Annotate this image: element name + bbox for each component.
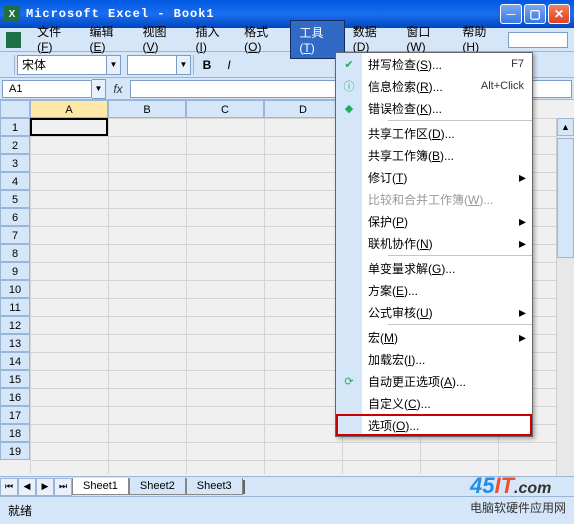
row-header[interactable]: 13 xyxy=(0,334,30,352)
help-search-input[interactable] xyxy=(508,32,568,48)
menu-item-信息检索[interactable]: ⓘ信息检索(R)...Alt+Click xyxy=(336,75,532,97)
bold-button[interactable]: B xyxy=(196,54,218,76)
document-icon xyxy=(6,32,21,48)
row-header[interactable]: 4 xyxy=(0,172,30,190)
tab-nav-prev[interactable]: ◀ xyxy=(18,478,36,496)
menu-item-自动更正选项[interactable]: ⟳自动更正选项(A)... xyxy=(336,370,532,392)
close-button[interactable]: ✕ xyxy=(548,4,570,24)
fx-button[interactable]: fx xyxy=(106,82,130,96)
row-header[interactable]: 18 xyxy=(0,424,30,442)
fontsize-selector[interactable] xyxy=(127,55,177,75)
row-header[interactable]: 3 xyxy=(0,154,30,172)
fontsize-dropdown-icon[interactable]: ▼ xyxy=(177,55,191,75)
menu-item-联机协作[interactable]: 联机协作(N)▸ xyxy=(336,232,532,254)
menu-item-修订[interactable]: 修订(T)▸ xyxy=(336,166,532,188)
tab-nav-next[interactable]: ▶ xyxy=(36,478,54,496)
sheet-tab-strip: ⏮ ◀ ▶ ⏭ Sheet1Sheet2Sheet3 xyxy=(0,476,574,496)
tab-nav-first[interactable]: ⏮ xyxy=(0,478,18,496)
tab-nav-last[interactable]: ⏭ xyxy=(54,478,72,496)
menubar: 文件(F)编辑(E)视图(V)插入(I)格式(O)工具(T)数据(D)窗口(W)… xyxy=(0,28,574,52)
column-header[interactable]: A xyxy=(30,100,108,118)
vertical-scrollbar[interactable]: ▲ xyxy=(556,118,574,476)
menu-item-共享工作区[interactable]: 共享工作区(D)... xyxy=(336,122,532,144)
name-box[interactable]: A1 xyxy=(2,80,92,98)
excel-app-icon: X xyxy=(4,6,20,22)
row-header[interactable]: 19 xyxy=(0,442,30,460)
column-header[interactable]: D xyxy=(264,100,342,118)
menu-item-加载宏[interactable]: 加载宏(I)... xyxy=(336,348,532,370)
menu-item-拼写检查[interactable]: ✔拼写检查(S)...F7 xyxy=(336,53,532,75)
menu-格式[interactable]: 格式(O) xyxy=(236,20,290,59)
menu-编辑[interactable]: 编辑(E) xyxy=(82,20,135,59)
row-header[interactable]: 6 xyxy=(0,208,30,226)
row-header[interactable]: 1 xyxy=(0,118,30,136)
row-header[interactable]: 15 xyxy=(0,370,30,388)
italic-button[interactable]: I xyxy=(218,54,240,76)
row-header[interactable]: 8 xyxy=(0,244,30,262)
column-header[interactable]: B xyxy=(108,100,186,118)
row-header[interactable]: 11 xyxy=(0,298,30,316)
menu-视图[interactable]: 视图(V) xyxy=(135,20,188,59)
scroll-thumb[interactable] xyxy=(557,138,574,258)
maximize-button[interactable]: ▢ xyxy=(524,4,546,24)
menu-item-单变量求解[interactable]: 单变量求解(G)... xyxy=(336,257,532,279)
namebox-dropdown-icon[interactable]: ▼ xyxy=(92,79,106,99)
row-header[interactable]: 17 xyxy=(0,406,30,424)
status-text: 就绪 xyxy=(8,502,32,519)
column-header[interactable]: C xyxy=(186,100,264,118)
menu-文件[interactable]: 文件(F) xyxy=(29,20,81,59)
sheet-tab[interactable]: Sheet2 xyxy=(129,478,186,495)
row-header[interactable]: 5 xyxy=(0,190,30,208)
sheet-tab[interactable]: Sheet3 xyxy=(186,478,243,495)
menu-item-共享工作簿[interactable]: 共享工作簿(B)... xyxy=(336,144,532,166)
menu-item-宏[interactable]: 宏(M)▸ xyxy=(336,326,532,348)
menu-item-比较和合并工作簿: 比较和合并工作簿(W)... xyxy=(336,188,532,210)
row-header[interactable]: 12 xyxy=(0,316,30,334)
scroll-up-button[interactable]: ▲ xyxy=(557,118,574,136)
sheet-tab[interactable]: Sheet1 xyxy=(72,478,129,495)
menu-item-错误检查[interactable]: ◆错误检查(K)... xyxy=(336,97,532,119)
font-dropdown-icon[interactable]: ▼ xyxy=(107,55,121,75)
menu-item-保护[interactable]: 保护(P)▸ xyxy=(336,210,532,232)
menu-item-方案[interactable]: 方案(E)... xyxy=(336,279,532,301)
status-bar: 就绪 xyxy=(0,496,574,524)
row-header[interactable]: 16 xyxy=(0,388,30,406)
menu-item-自定义[interactable]: 自定义(C)... xyxy=(336,392,532,414)
row-header[interactable]: 7 xyxy=(0,226,30,244)
row-header[interactable]: 14 xyxy=(0,352,30,370)
font-selector[interactable]: 宋体 xyxy=(17,55,107,75)
row-header[interactable]: 10 xyxy=(0,280,30,298)
tools-menu-dropdown: ✔拼写检查(S)...F7ⓘ信息检索(R)...Alt+Click◆错误检查(K… xyxy=(335,52,533,437)
row-header[interactable]: 2 xyxy=(0,136,30,154)
window-title: Microsoft Excel - Book1 xyxy=(26,7,500,21)
select-all-corner[interactable] xyxy=(0,100,30,118)
menu-item-公式审核[interactable]: 公式审核(U)▸ xyxy=(336,301,532,323)
menu-item-选项[interactable]: 选项(O)... xyxy=(336,414,532,436)
active-cell-indicator xyxy=(30,118,108,136)
row-header[interactable]: 9 xyxy=(0,262,30,280)
